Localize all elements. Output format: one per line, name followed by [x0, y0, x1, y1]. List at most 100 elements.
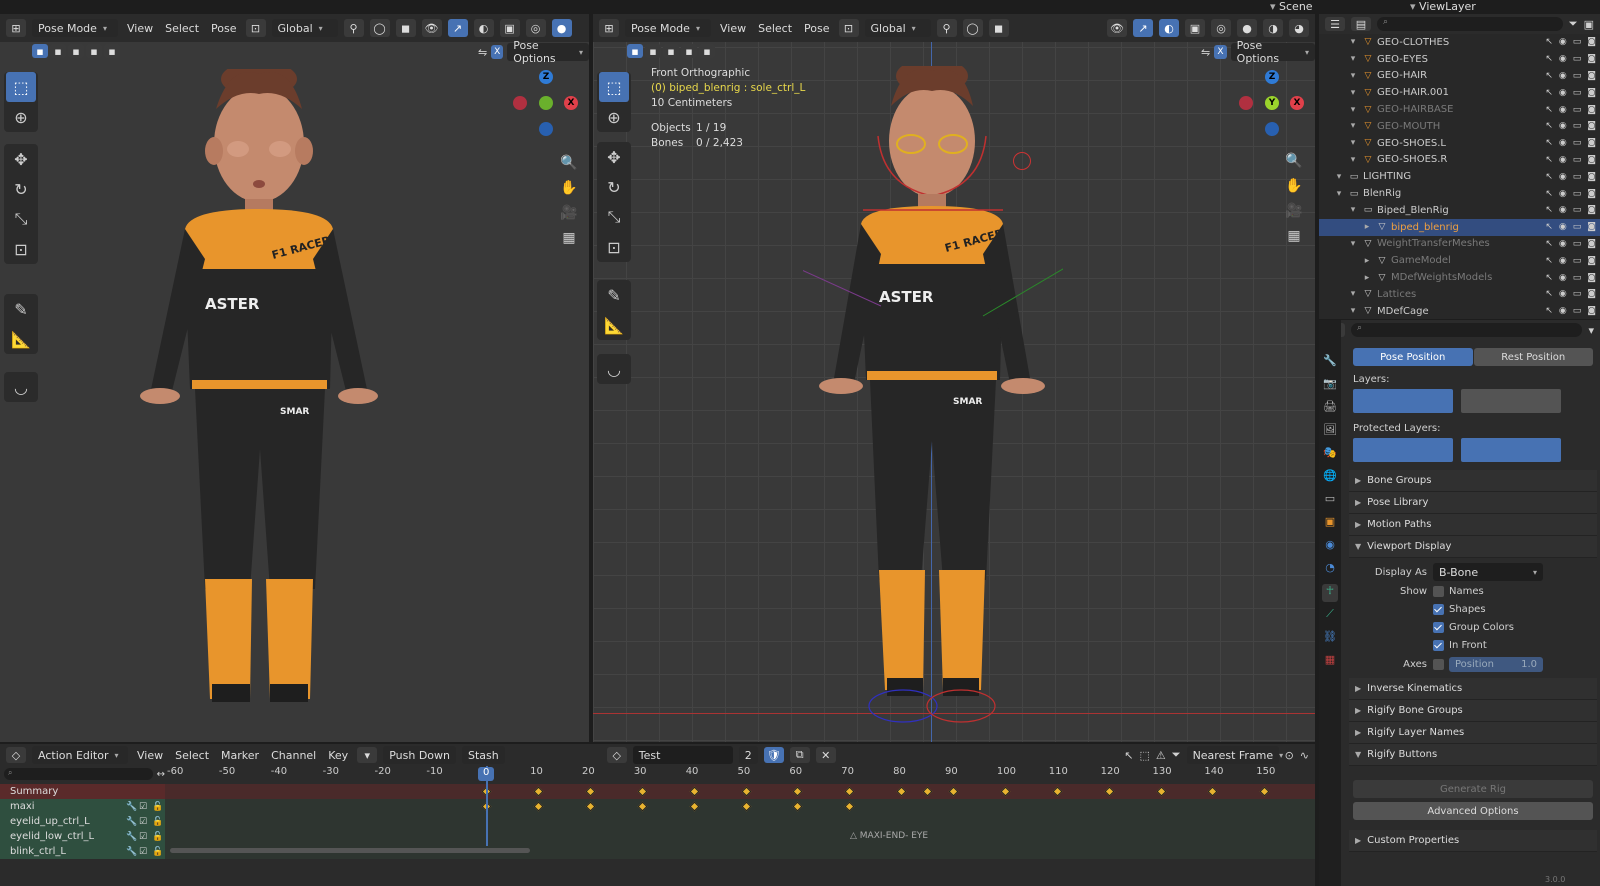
editor-type-icon[interactable]: ◇ — [6, 747, 26, 763]
menu-pose[interactable]: Pose — [801, 22, 832, 35]
select-invert-icon[interactable]: ▪ — [86, 44, 102, 58]
outliner[interactable]: ☰ ▤ ⌕ ⏷ ▣ ▾ ▽ GEO-CLOTHES ↖ ◉ ▭ ◙ ▾ ▽ GEO-EYES ↖ ◉ ▭… — [1319, 14, 1600, 319]
physics-tab-icon[interactable]: ◔ — [1322, 561, 1338, 579]
curve-icon[interactable]: ∿ — [1300, 749, 1309, 762]
display-icon[interactable]: ◼ — [395, 19, 416, 37]
pan-hand-icon[interactable]: ✋ — [1283, 175, 1305, 197]
menu-view[interactable]: View — [717, 22, 749, 35]
editor-type-icon[interactable]: ⊞ — [6, 19, 26, 37]
zoom-icon[interactable]: 🔍 — [558, 152, 580, 174]
select-icon[interactable]: ↖ — [1545, 37, 1553, 47]
camera-icon[interactable]: ◙ — [1587, 54, 1596, 64]
select-icon[interactable]: ↖ — [1545, 239, 1553, 249]
menu-view[interactable]: View — [134, 749, 166, 762]
relax-pose-tool-icon[interactable]: ◡ — [599, 354, 629, 384]
interpolation-icon[interactable]: ▾ — [357, 747, 378, 763]
eye-icon[interactable]: ◉ — [1559, 54, 1567, 64]
eye-icon[interactable]: ◉ — [1559, 306, 1567, 316]
outliner-row[interactable]: ▾ ▽ MDefCage ↖ ◉ ▭ ◙ — [1319, 303, 1600, 319]
show-checkbox[interactable] — [1433, 585, 1444, 597]
select-icon[interactable]: ↖ — [1545, 71, 1553, 81]
select-icon[interactable]: ↖ — [1545, 105, 1553, 115]
menu-channel[interactable]: Channel — [268, 749, 319, 762]
eye-icon[interactable]: ◉ — [1559, 172, 1567, 182]
select-new-icon[interactable]: ▪ — [32, 44, 48, 58]
properties-editor[interactable]: ⚙ ⌕ ▾ 🔧 📷 🖨 🖼 🎭 🌐 ▭ ▣ ◉ ◔ ☥ ⟋ ⛓ ▦ Pose P… — [1319, 320, 1600, 886]
protected-layers-grid[interactable] — [1353, 438, 1597, 462]
gizmo-y-axis[interactable] — [539, 96, 553, 110]
scale-tool-icon[interactable]: ⤡ — [6, 204, 36, 234]
monitor-icon[interactable]: ▭ — [1573, 105, 1582, 115]
monitor-icon[interactable]: ▭ — [1573, 155, 1582, 165]
pose-library-section[interactable]: ▶ Pose Library — [1349, 492, 1597, 514]
select-icon[interactable]: ↖ — [1545, 306, 1553, 316]
pivot-icon[interactable]: ⊡ — [245, 19, 266, 37]
filter-icon[interactable]: ⏷ — [1569, 17, 1578, 31]
unlink-action-icon[interactable]: ✕ — [815, 747, 836, 763]
xray-icon[interactable]: ▣ — [1185, 19, 1205, 37]
gizmo-toggle-icon[interactable]: ↗ — [447, 19, 468, 37]
disclosure-icon[interactable]: ▾ — [1347, 239, 1359, 249]
annotate-tool-icon[interactable]: ✎ — [6, 294, 36, 324]
fake-user-icon[interactable]: 🛡 — [763, 747, 784, 763]
render-tab-icon[interactable]: 📷 — [1322, 377, 1338, 395]
proportional-icon[interactable]: ◯ — [962, 19, 983, 37]
proportional-icon[interactable]: ◯ — [369, 19, 390, 37]
bone-groups-section[interactable]: ▶ Bone Groups — [1349, 470, 1597, 492]
move-tool-icon[interactable]: ✥ — [6, 144, 36, 174]
display-icon[interactable]: ◼ — [988, 19, 1009, 37]
protected-layers-grid-right[interactable] — [1461, 438, 1561, 462]
shading-wire-icon[interactable]: ◎ — [1211, 19, 1231, 37]
camera-icon[interactable]: ◙ — [1587, 71, 1596, 81]
viewport-left[interactable]: ⊞ Pose Mode ▾ View Select Pose ⊡ Global ▾ … — [0, 14, 589, 742]
monitor-icon[interactable]: ▭ — [1573, 239, 1582, 249]
outliner-row[interactable]: ▸ ▽ MDefWeightsModels ↖ ◉ ▭ ◙ — [1319, 269, 1600, 286]
view-layer-tab-icon[interactable]: 🖼 — [1322, 423, 1338, 441]
grid-icon[interactable]: ▦ — [1283, 225, 1305, 247]
select-icon[interactable]: ↖ — [1545, 138, 1553, 148]
monitor-icon[interactable]: ▭ — [1573, 54, 1582, 64]
action-browse-icon[interactable]: ◇ — [606, 747, 627, 763]
rest-position-button[interactable]: Rest Position — [1473, 348, 1593, 366]
only-selected-icon[interactable]: ↖ — [1124, 749, 1133, 762]
channel-row[interactable]: eyelid_up_ctrl_L 🔧 ☑ 🔓 — [0, 814, 165, 829]
viewport-right[interactable]: ⊞ Pose Mode ▾ View Select Pose ⊡ Global ▾ … — [593, 14, 1315, 742]
display-mode-icon[interactable]: ▤ — [1351, 17, 1371, 31]
bone-tab-icon[interactable]: ⟋ — [1322, 607, 1338, 625]
select-icon[interactable]: ↖ — [1545, 256, 1553, 266]
channel-row[interactable]: Summary — [0, 784, 165, 799]
scene-tab-icon[interactable]: 🎭 — [1322, 446, 1338, 464]
camera-icon[interactable]: 🎥 — [1283, 200, 1305, 222]
viewlayer-selector[interactable]: ▾ ViewLayer — [1410, 0, 1476, 13]
axes-checkbox[interactable] — [1433, 658, 1444, 670]
eye-icon[interactable]: ◉ — [1559, 121, 1567, 131]
proportional-icon[interactable]: ⊙ — [1285, 749, 1294, 762]
layers-grid[interactable] — [1353, 389, 1597, 413]
mirror-icon[interactable]: ⇋ — [1201, 46, 1210, 59]
checkbox-icon[interactable]: ☑ — [139, 817, 152, 827]
layers-grid-right[interactable] — [1461, 389, 1561, 413]
select-icon[interactable]: ↖ — [1545, 54, 1553, 64]
wrench-icon[interactable]: 🔧 — [126, 832, 139, 842]
tool-tab-icon[interactable]: 🔧 — [1322, 354, 1338, 372]
outliner-row[interactable]: ▾ ▭ BlenRig ↖ ◉ ▭ ◙ — [1319, 185, 1600, 202]
filter-icon[interactable]: ⏷ — [1172, 748, 1181, 762]
camera-icon[interactable]: ◙ — [1587, 205, 1596, 215]
shading-solid-icon[interactable]: ● — [551, 19, 572, 37]
channel-search-input[interactable]: ⌕ — [4, 768, 153, 780]
gizmo-z-axis[interactable]: Z — [539, 70, 553, 84]
eye-icon[interactable]: ◉ — [1559, 189, 1567, 199]
monitor-icon[interactable]: ▭ — [1573, 256, 1582, 266]
show-checkbox[interactable] — [1433, 621, 1444, 633]
duplicate-action-icon[interactable]: ⧉ — [789, 747, 810, 763]
wrench-icon[interactable]: 🔧 — [126, 817, 139, 827]
advanced-options-button[interactable]: Advanced Options — [1353, 802, 1593, 820]
outliner-row[interactable]: ▾ ▽ GEO-MOUTH ↖ ◉ ▭ ◙ — [1319, 118, 1600, 135]
select-subtract-icon[interactable]: ▪ — [68, 44, 84, 58]
monitor-icon[interactable]: ▭ — [1573, 172, 1582, 182]
lock-icon[interactable]: 🔓 — [152, 802, 165, 812]
visibility-icon[interactable]: 👁 — [421, 19, 442, 37]
outliner-search-input[interactable]: ⌕ — [1377, 17, 1563, 31]
menu-marker[interactable]: Marker — [218, 749, 262, 762]
mirror-x-toggle[interactable]: X — [491, 45, 504, 59]
